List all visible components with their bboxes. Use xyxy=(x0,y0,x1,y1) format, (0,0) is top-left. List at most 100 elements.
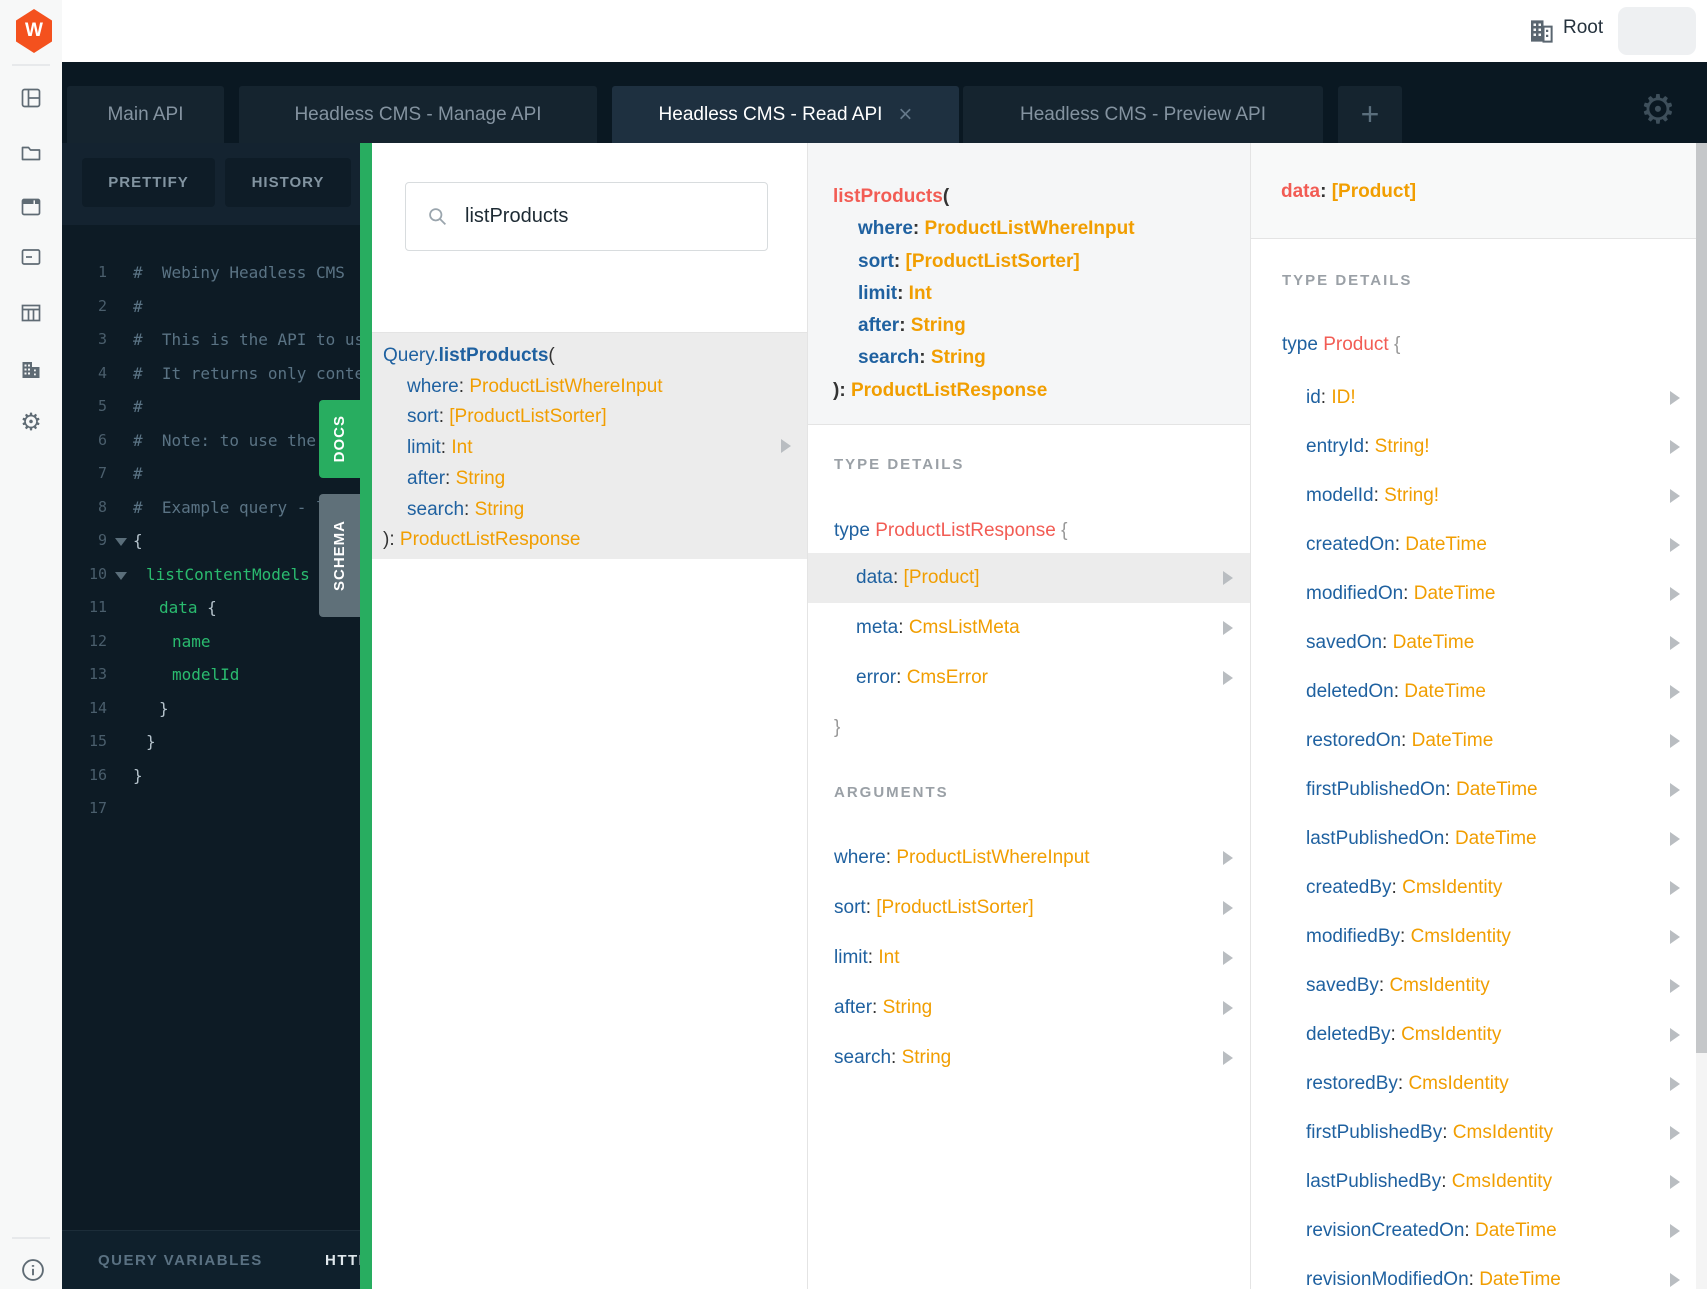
response-fields: data: [Product] meta: CmsListMeta error: C… xyxy=(808,553,1250,703)
line-number: 11 xyxy=(88,598,107,616)
expand-arrow-icon xyxy=(1223,1001,1233,1015)
folder-icon[interactable] xyxy=(19,141,43,165)
doc-field-row[interactable]: deletedBy: CmsIdentity xyxy=(1251,1010,1707,1059)
code-line[interactable]: 4 # It returns only content xyxy=(62,357,360,391)
doc-field-row[interactable]: id: ID! xyxy=(1251,373,1707,422)
code-line[interactable]: 7 # xyxy=(62,457,360,491)
code-text: # It returns only content xyxy=(133,363,360,383)
fold-gutter xyxy=(107,591,133,625)
docs-search-box[interactable] xyxy=(405,182,768,251)
search-result-item[interactable]: Query.listProducts(where: ProductListWhe… xyxy=(372,333,807,559)
expand-arrow-icon xyxy=(1670,1175,1680,1189)
fold-arrow-icon[interactable] xyxy=(115,538,127,546)
doc-field-row[interactable]: firstPublishedOn: DateTime xyxy=(1251,765,1707,814)
field-signature: listProducts(where: ProductListWhereInpu… xyxy=(808,143,1250,425)
top-bar: Root A xyxy=(0,0,1707,62)
code-line[interactable]: 6 # Note: to use the API xyxy=(62,424,360,458)
doc-argument-row[interactable]: limit: Int xyxy=(808,933,1250,983)
scrollbar-thumb[interactable] xyxy=(1696,143,1707,1053)
doc-field-row[interactable]: lastPublishedBy: CmsIdentity xyxy=(1251,1157,1707,1206)
form-builder-icon[interactable] xyxy=(19,245,43,269)
docs-scrollbar[interactable] xyxy=(1696,143,1707,1289)
signature-arg-line: limit: Int xyxy=(858,282,932,304)
code-line[interactable]: 3 # This is the API to use xyxy=(62,323,360,357)
fold-arrow-icon[interactable] xyxy=(115,571,127,580)
code-line[interactable]: 1 # Webiny Headless CMS xyxy=(62,256,360,290)
doc-field-row[interactable]: revisionCreatedOn: DateTime xyxy=(1251,1206,1707,1255)
code-line[interactable]: 14} xyxy=(62,692,360,726)
doc-argument-row[interactable]: search: String xyxy=(808,1033,1250,1083)
code-editor[interactable]: 1 # Webiny Headless CMS 2 #3 # This is the A… xyxy=(62,225,360,1230)
doc-field-row[interactable]: savedBy: CmsIdentity xyxy=(1251,961,1707,1010)
tab-main-api[interactable]: Main API xyxy=(67,86,224,143)
editor-status-bar: QUERY VARIABLES HTTP HEADERS xyxy=(62,1230,360,1289)
gear-icon[interactable]: ⚙ xyxy=(1640,90,1676,130)
doc-field-row[interactable]: lastPublishedOn: DateTime xyxy=(1251,814,1707,863)
webiny-logo[interactable]: W xyxy=(16,9,52,53)
code-text: } xyxy=(133,765,143,785)
code-line[interactable]: 5 # xyxy=(62,390,360,424)
doc-field-row[interactable]: data: [Product] xyxy=(808,553,1250,603)
code-line[interactable]: 10 listContentModels { xyxy=(62,558,360,592)
code-line[interactable]: 9{ xyxy=(62,524,360,558)
code-line[interactable]: 16} xyxy=(62,759,360,793)
expand-arrow-icon xyxy=(1670,489,1680,503)
doc-field-row[interactable]: restoredBy: CmsIdentity xyxy=(1251,1059,1707,1108)
doc-field-row[interactable]: savedOn: DateTime xyxy=(1251,618,1707,667)
code-text: } xyxy=(146,732,156,751)
code-line[interactable]: 12 name xyxy=(62,625,360,659)
doc-field-row[interactable]: createdOn: DateTime xyxy=(1251,520,1707,569)
code-line[interactable]: 2 # xyxy=(62,290,360,324)
doc-field-row[interactable]: deletedOn: DateTime xyxy=(1251,667,1707,716)
code-line[interactable]: 15} xyxy=(62,725,360,759)
tab-headless-cms-manage-api[interactable]: Headless CMS - Manage API xyxy=(239,86,597,143)
tab-headless-cms-read-api[interactable]: Headless CMS - Read API × xyxy=(612,86,959,143)
doc-field-row[interactable]: modifiedBy: CmsIdentity xyxy=(1251,912,1707,961)
http-headers-tab[interactable]: HTTP HEADERS xyxy=(325,1252,360,1269)
result-arg-line: search: String xyxy=(407,498,525,520)
doc-field-row[interactable]: error: CmsError xyxy=(808,653,1250,703)
doc-argument-row[interactable]: after: String xyxy=(808,983,1250,1033)
result-arg-line: after: String xyxy=(407,467,506,489)
signature-arg-line: after: String xyxy=(858,315,966,337)
doc-field-row[interactable]: restoredOn: DateTime xyxy=(1251,716,1707,765)
doc-field-row[interactable]: modelId: String! xyxy=(1251,471,1707,520)
code-line[interactable]: 17 xyxy=(62,792,360,826)
field-type[interactable]: [Product] xyxy=(1332,181,1416,202)
doc-field-row[interactable]: modifiedOn: DateTime xyxy=(1251,569,1707,618)
query-variables-tab[interactable]: QUERY VARIABLES xyxy=(98,1252,263,1269)
doc-field-row[interactable]: revisionModifiedOn: DateTime xyxy=(1251,1255,1707,1289)
docs-tab[interactable]: DOCS xyxy=(319,400,360,478)
type-name[interactable]: Product xyxy=(1323,334,1388,355)
doc-field-row[interactable]: entryId: String! xyxy=(1251,422,1707,471)
doc-field-row[interactable]: firstPublishedBy: CmsIdentity xyxy=(1251,1108,1707,1157)
tenant-icon[interactable] xyxy=(19,358,43,382)
info-icon[interactable] xyxy=(19,1256,47,1284)
prettify-button[interactable]: PRETTIFY xyxy=(82,158,215,207)
account-menu[interactable]: A xyxy=(1618,7,1696,55)
table-icon[interactable] xyxy=(19,301,43,325)
schema-tab-label: SCHEMA xyxy=(331,519,348,591)
code-text: # This is the API to use xyxy=(133,330,360,349)
docs-search-input[interactable] xyxy=(463,204,753,229)
schema-tab[interactable]: SCHEMA xyxy=(319,494,360,617)
code-line[interactable]: 8# Example query - list content xyxy=(62,491,360,525)
history-button[interactable]: HISTORY xyxy=(225,158,351,207)
doc-argument-row[interactable]: sort: [ProductListSorter] xyxy=(808,883,1250,933)
tab-headless-cms-preview-api[interactable]: Headless CMS - Preview API xyxy=(963,86,1323,143)
doc-field-row[interactable]: createdBy: CmsIdentity xyxy=(1251,863,1707,912)
doc-field-row[interactable]: meta: CmsListMeta xyxy=(808,603,1250,653)
app-root: Root A W xyxy=(0,0,1707,1289)
layout-icon[interactable] xyxy=(19,86,43,110)
doc-argument-row[interactable]: where: ProductListWhereInput xyxy=(808,833,1250,883)
close-icon[interactable]: × xyxy=(898,102,912,126)
result-arg-line: where: ProductListWhereInput xyxy=(407,375,663,397)
page-builder-icon[interactable] xyxy=(19,195,43,219)
code-line[interactable]: 11 data { xyxy=(62,591,360,625)
line-number: 7 xyxy=(97,464,107,482)
type-name[interactable]: ProductListResponse xyxy=(875,520,1056,541)
settings-icon[interactable]: ⚙ xyxy=(19,411,43,435)
add-tab-button[interactable]: + xyxy=(1338,86,1402,143)
docs-divider-bar[interactable] xyxy=(360,143,372,1289)
code-line[interactable]: 13 modelId xyxy=(62,658,360,692)
